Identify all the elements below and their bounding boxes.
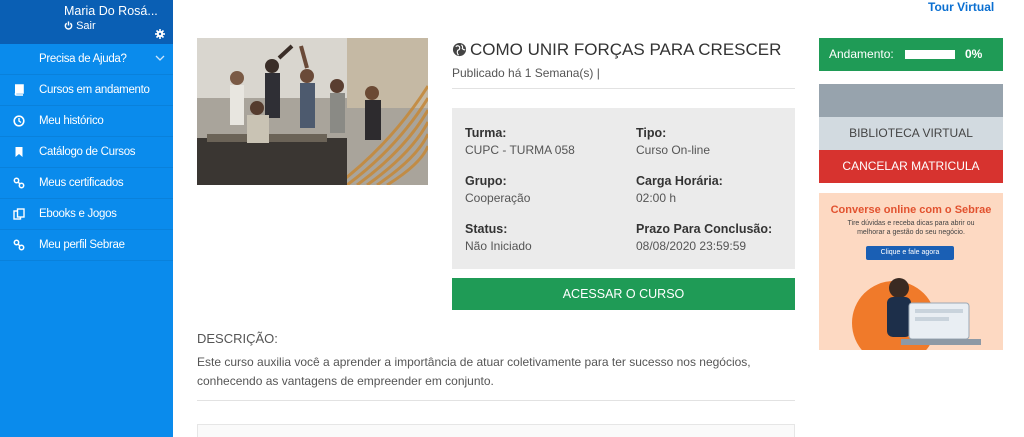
prazo-label: Prazo Para Conclusão: [636,222,773,236]
banner-illustration [852,278,981,350]
progress-box: Andamento: 0% [819,38,1003,71]
sidebar-item-courses-in-progress[interactable]: Cursos em andamento [0,75,173,106]
divider [197,400,795,401]
progress-bar [905,50,955,59]
user-panel: Maria Do Rosá... Sair [0,0,173,44]
sidebar-item-label: Catálogo de Cursos [39,146,136,158]
sidebar: Maria Do Rosá... Sair Precisa de Ajuda? … [0,0,173,437]
banner-subtitle: Tire dúvidas e receba dicas para abrir o… [847,220,975,236]
turma-value: CUPC - TURMA 058 [465,143,575,157]
course-info-panel: Turma: CUPC - TURMA 058 Tipo: Curso On-l… [452,108,795,269]
grupo-label: Grupo: [465,174,507,188]
status-label: Status: [465,222,508,236]
logout-label: Sair [76,20,96,32]
virtual-library-button[interactable]: BIBLIOTECA VIRTUAL [819,117,1003,150]
bookmark-icon [15,147,23,157]
sidebar-item-catalog[interactable]: Catálogo de Cursos [0,137,173,168]
sidebar-item-label: Ebooks e Jogos [39,208,117,220]
power-icon [64,21,73,30]
prazo-value: 08/08/2020 23:59:59 [636,239,747,253]
chevron-down-icon [155,55,165,61]
chat-banner[interactable]: Converse online com o Sebrae Tire dúvida… [819,193,1003,350]
logout-link[interactable]: Sair [64,20,96,32]
course-title-row: COMO UNIR FORÇAS PARA CRESCER [452,40,781,60]
link-icon [13,239,25,251]
sidebar-item-label: Meus certificados [39,177,124,189]
sidebar-item-certificates[interactable]: Meus certificados [0,168,173,199]
sidebar-item-help[interactable]: Precisa de Ajuda? [0,44,173,75]
sidebar-item-label: Precisa de Ajuda? [39,53,127,65]
link-icon [13,177,25,189]
sidebar-item-profile[interactable]: Meu perfil Sebrae [0,230,173,261]
globe-icon [452,42,467,57]
gear-icon[interactable] [155,29,165,39]
course-cover-image [197,38,428,185]
access-course-button[interactable]: ACESSAR O CURSO [452,278,795,310]
description-heading: DESCRIÇÃO: [197,331,278,346]
status-value: Não Iniciado [465,239,532,253]
sidebar-item-ebooks-games[interactable]: Ebooks e Jogos [0,199,173,230]
course-title: COMO UNIR FORÇAS PARA CRESCER [470,40,782,59]
sidebar-item-label: Meu perfil Sebrae [39,239,125,251]
carga-label: Carga Horária: [636,174,723,188]
published-info: Publicado há 1 Semana(s) | [452,66,600,80]
sidebar-item-label: Cursos em andamento [39,84,150,96]
turma-label: Turma: [465,126,507,140]
divider [452,88,795,89]
tour-virtual-link[interactable]: Tour Virtual [928,0,994,14]
progress-value: 0% [965,47,983,61]
banner-title: Converse online com o Sebrae [830,204,992,216]
description-text: Este curso auxilia você a aprender a imp… [197,355,751,388]
copy-icon [13,208,25,220]
grupo-value: Cooperação [465,191,531,205]
user-name: Maria Do Rosá... [64,4,158,18]
sidebar-item-history[interactable]: Meu histórico [0,106,173,137]
tipo-label: Tipo: [636,126,667,140]
content-box [197,424,795,437]
tipo-value: Curso On-line [636,143,711,157]
banner-chat-button[interactable]: Clique e fale agora [866,246,954,260]
carga-value: 02:00 h [636,191,677,205]
book-icon [14,84,24,96]
cancel-enrollment-button[interactable]: CANCELAR MATRICULA [819,150,1003,183]
sidebar-item-label: Meu histórico [39,115,104,127]
clock-icon [13,115,25,127]
placeholder-block [819,84,1003,117]
progress-label: Andamento: [829,47,894,61]
